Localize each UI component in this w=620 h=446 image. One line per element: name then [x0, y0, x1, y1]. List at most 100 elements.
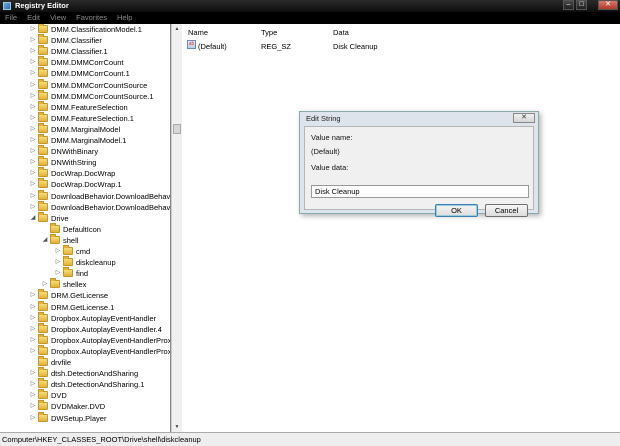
- tree-item-label: DRM.GetLicense: [51, 291, 109, 301]
- expand-arrow-icon[interactable]: ▷: [30, 91, 36, 102]
- expand-arrow-icon[interactable]: ▷: [30, 401, 36, 412]
- folder-icon: [38, 34, 48, 45]
- tree-item-label: find: [76, 269, 89, 279]
- expand-arrow-icon[interactable]: ▷: [30, 413, 36, 424]
- expand-arrow-icon[interactable]: ▷: [30, 124, 36, 135]
- expand-arrow-icon[interactable]: ▷: [30, 379, 36, 390]
- folder-icon: [38, 367, 48, 378]
- expand-arrow-icon[interactable]: ▷: [30, 57, 36, 68]
- value-name-field: (Default): [311, 147, 340, 156]
- scroll-up-arrow-icon[interactable]: ▲: [173, 25, 181, 33]
- expand-arrow-icon[interactable]: ▷: [30, 46, 36, 57]
- column-header-data[interactable]: Data: [333, 28, 349, 38]
- ok-button[interactable]: OK: [435, 204, 478, 217]
- folder-icon: [38, 89, 48, 100]
- menu-file[interactable]: File: [5, 13, 17, 22]
- expand-arrow-icon[interactable]: ▷: [30, 80, 36, 91]
- tree-item-label: DMM.DMMCorrCount: [51, 58, 124, 68]
- expand-arrow-icon[interactable]: ▷: [30, 102, 36, 113]
- cancel-button[interactable]: Cancel: [485, 204, 528, 217]
- folder-icon: [38, 211, 48, 222]
- registry-tree[interactable]: ▷ DMM.ClassificationModel.1 ▷ DMM.Classifie…: [0, 24, 171, 432]
- tree-item-label: cmd: [76, 247, 91, 256]
- tree-item-label: DownloadBehavior.DownloadBehavic: [51, 191, 171, 201]
- menu-help[interactable]: Help: [117, 13, 132, 22]
- folder-icon: [63, 267, 73, 278]
- folder-icon: [38, 389, 48, 400]
- tree-item-label: DVD: [51, 391, 67, 401]
- folder-icon: [50, 222, 60, 233]
- expand-arrow-icon[interactable]: ▷: [30, 24, 36, 35]
- menu-bar: File Edit View Favorites Help: [0, 12, 620, 24]
- registry-editor-icon: [3, 2, 11, 10]
- folder-icon: [38, 122, 48, 133]
- expand-arrow-icon[interactable]: ▷: [30, 135, 36, 146]
- close-button[interactable]: ✕: [598, 0, 618, 10]
- tree-item-label: Dropbox.AutoplayEventHandlerProxy: [51, 346, 171, 356]
- tree-item-label: DMM.MarginalModel.1: [51, 136, 127, 145]
- value-data-input[interactable]: Disk Cleanup: [311, 185, 529, 198]
- tree-item-label: DNWithBinary: [51, 147, 99, 157]
- expand-arrow-icon[interactable]: ◢: [30, 213, 36, 224]
- expand-arrow-icon[interactable]: ▷: [30, 335, 36, 346]
- expand-arrow-icon[interactable]: ▷: [55, 257, 61, 268]
- expand-arrow-icon[interactable]: ▷: [30, 157, 36, 168]
- column-header-name[interactable]: Name: [188, 28, 208, 38]
- tree-scrollbar[interactable]: ▲ ▼: [171, 24, 182, 432]
- tree-item-label: DMM.Classifier.1: [51, 47, 108, 57]
- value-name-label: Value name:: [311, 133, 353, 142]
- expand-arrow-icon[interactable]: [42, 224, 48, 235]
- tree-item-label: dtsh.DetectionAndSharing.1: [51, 380, 145, 390]
- tree-item-label: Dropbox.AutoplayEventHandler: [51, 313, 157, 323]
- folder-icon: [38, 156, 48, 167]
- folder-icon: [50, 233, 60, 244]
- expand-arrow-icon[interactable]: ▷: [30, 68, 36, 79]
- expand-arrow-icon[interactable]: ▷: [30, 168, 36, 179]
- expand-arrow-icon[interactable]: ▷: [30, 390, 36, 401]
- expand-arrow-icon[interactable]: ▷: [30, 113, 36, 124]
- expand-arrow-icon[interactable]: ◢: [42, 235, 48, 246]
- folder-icon: [38, 411, 48, 422]
- tree-item-label: drvfile: [51, 358, 72, 367]
- folder-icon: [38, 78, 48, 89]
- menu-view[interactable]: View: [50, 13, 66, 22]
- dialog-close-icon[interactable]: ✕: [513, 113, 535, 123]
- tree-item-label: DMM.DMMCorrCountSource: [51, 80, 148, 90]
- tree-item-label: diskcleanup: [76, 258, 116, 268]
- expand-arrow-icon[interactable]: ▷: [30, 346, 36, 357]
- column-header-type[interactable]: Type: [261, 28, 277, 38]
- scrollbar-thumb[interactable]: [173, 124, 181, 134]
- tree-item-label: DefaultIcon: [63, 224, 101, 234]
- scroll-down-arrow-icon[interactable]: ▼: [173, 423, 181, 431]
- expand-arrow-icon[interactable]: ▷: [30, 191, 36, 202]
- value-name[interactable]: (Default): [198, 41, 227, 52]
- expand-arrow-icon[interactable]: [30, 357, 36, 368]
- expand-arrow-icon[interactable]: ▷: [30, 302, 36, 313]
- tree-item-label: DMM.Classifier: [51, 36, 102, 46]
- tree-item-label: DRM.GetLicense.1: [51, 302, 115, 312]
- value-type: REG_SZ: [261, 42, 292, 51]
- tree-item-label: DMM.ClassificationModel.1: [51, 25, 142, 34]
- tree-item-label: DMM.FeatureSelection: [51, 102, 128, 112]
- expand-arrow-icon[interactable]: ▷: [30, 35, 36, 46]
- expand-arrow-icon[interactable]: ▷: [30, 202, 36, 213]
- menu-edit[interactable]: Edit: [27, 13, 40, 22]
- expand-arrow-icon[interactable]: ▷: [30, 290, 36, 301]
- string-value-icon: ab: [187, 40, 196, 49]
- tree-item-label: DWSetup.Player: [51, 413, 107, 423]
- maximize-button[interactable]: □: [576, 0, 587, 10]
- folder-icon: [38, 189, 48, 200]
- expand-arrow-icon[interactable]: ▷: [30, 146, 36, 157]
- expand-arrow-icon[interactable]: ▷: [30, 313, 36, 324]
- expand-arrow-icon[interactable]: ▷: [55, 246, 61, 257]
- folder-icon: [38, 300, 48, 311]
- dialog-body: Value name: (Default) Value data: Disk C…: [304, 126, 534, 217]
- folder-icon: [38, 378, 48, 389]
- expand-arrow-icon[interactable]: ▷: [30, 368, 36, 379]
- minimize-button[interactable]: –: [563, 0, 574, 10]
- expand-arrow-icon[interactable]: ▷: [30, 179, 36, 190]
- menu-favorites[interactable]: Favorites: [76, 13, 107, 22]
- values-pane[interactable]: Name Type Data (Default) REG_SZ Disk Cle…: [182, 24, 620, 432]
- expand-arrow-icon[interactable]: ▷: [30, 324, 36, 335]
- tree-item-label: DocWrap.DocWrap: [51, 169, 116, 179]
